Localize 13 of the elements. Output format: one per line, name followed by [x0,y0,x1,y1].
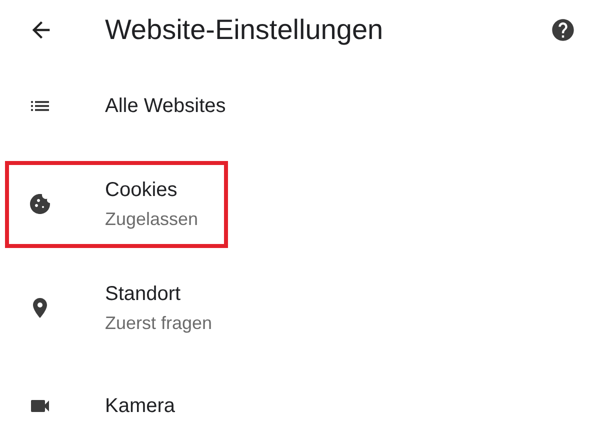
setting-value: Zugelassen [105,208,198,230]
setting-item[interactable]: Standort Zuerst fragen [5,264,242,352]
page-title: Website-Einstellungen [105,14,384,46]
highlighted-setting-item[interactable]: Cookies Zugelassen [5,160,228,248]
help-button[interactable] [550,17,576,43]
setting-item[interactable]: Kamera [5,376,206,426]
setting-item[interactable]: Alle Websites [5,76,256,136]
setting-title: Standort [105,282,182,306]
setting-title: Alle Websites [105,94,226,118]
cookie-icon [28,192,52,216]
setting-title: Kamera [105,394,176,418]
setting-value: Zuerst fragen [105,312,212,334]
setting-title: Cookies [105,178,178,202]
